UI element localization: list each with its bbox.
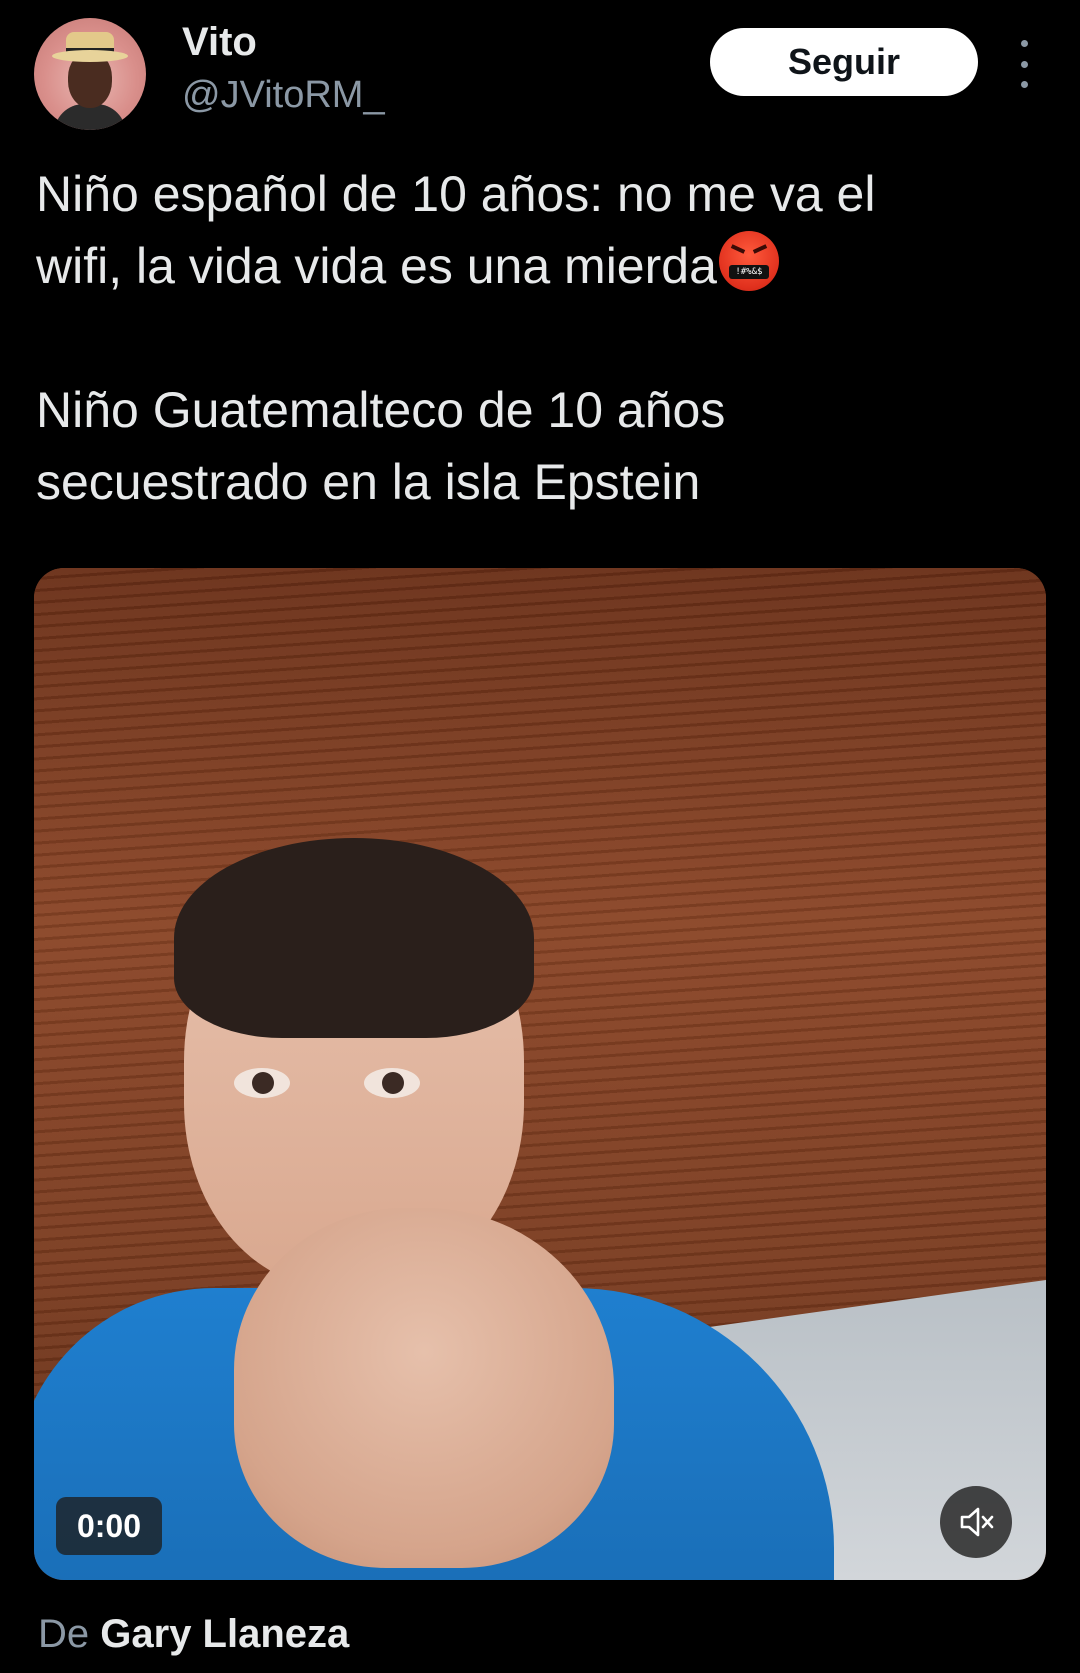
tweet-paragraph-1: Niño español de 10 años: no me va el wif… — [36, 158, 1046, 302]
video-person-eye — [234, 1068, 290, 1098]
more-dot — [1020, 60, 1028, 68]
emoji-mouth-symbols: !#%&$ — [728, 265, 769, 279]
tweet-paragraph-2: Niño Guatemalteco de 10 años secuestrado… — [36, 374, 1046, 518]
video-player[interactable] — [34, 568, 1046, 1580]
avatar-hat-brim — [52, 50, 128, 62]
mute-button[interactable] — [940, 1486, 1012, 1558]
display-name[interactable]: Vito — [182, 20, 257, 65]
video-time-badge: 0:00 — [56, 1497, 162, 1555]
video-person-hair — [174, 838, 534, 1038]
attribution-prefix: De — [38, 1612, 90, 1656]
more-vertical-icon[interactable] — [1010, 40, 1038, 88]
angry-symbols-emoji-icon: !#%&$ — [718, 231, 779, 291]
tweet-line: Niño español de 10 años: no me va el — [36, 166, 876, 222]
tweet-line: secuestrado en la isla Epstein — [36, 454, 701, 510]
follow-button[interactable]: Seguir — [710, 28, 978, 96]
more-dot — [1020, 40, 1028, 47]
tweet-line: Niño Guatemalteco de 10 años — [36, 382, 726, 438]
video-attribution: De Gary Llaneza — [38, 1612, 349, 1657]
avatar[interactable] — [34, 18, 146, 130]
more-dot — [1020, 81, 1028, 88]
user-handle[interactable]: @JVitoRM_ — [182, 74, 385, 117]
video-person-hands — [234, 1208, 614, 1568]
tweet-text: Niño español de 10 años: no me va el wif… — [36, 158, 1046, 518]
video-person-eye — [364, 1068, 420, 1098]
attribution-author-link[interactable]: Gary Llaneza — [100, 1612, 349, 1656]
tweet-line: wifi, la vida vida es una mierda — [36, 238, 717, 294]
muted-speaker-icon — [960, 1507, 994, 1537]
